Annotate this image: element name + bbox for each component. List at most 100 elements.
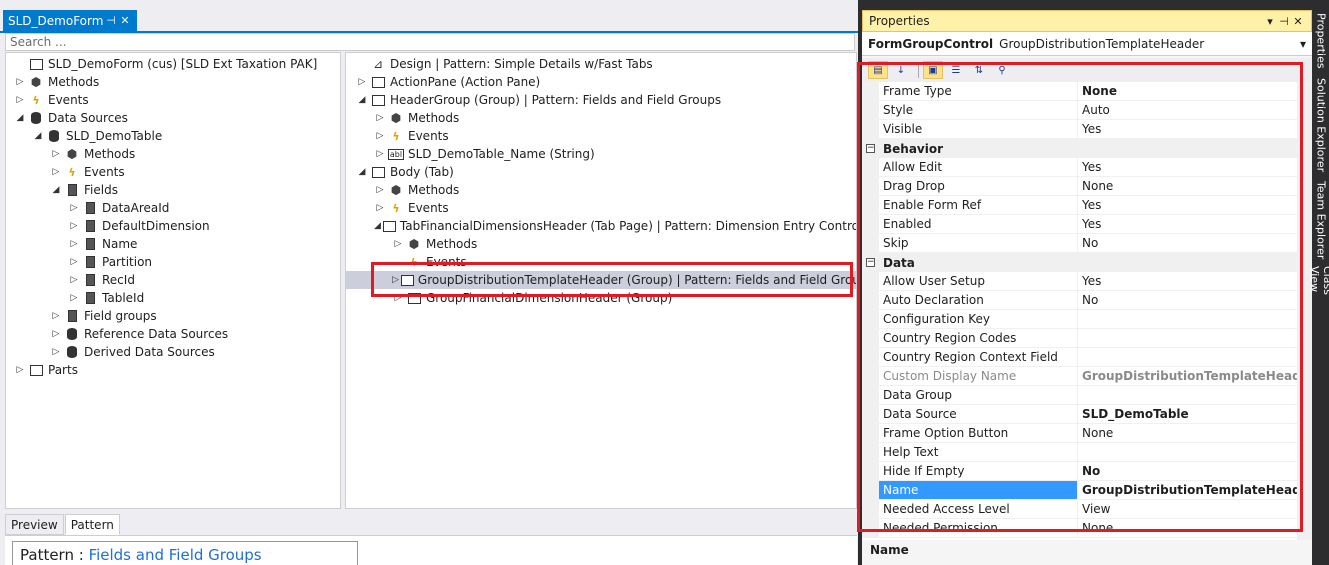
property-value[interactable]: SLD_DemoTable [1078, 405, 1297, 424]
document-tab[interactable]: SLD_DemoForm ⊣ ✕ [3, 10, 137, 31]
collapse-arrow-icon[interactable]: ◢ [356, 95, 368, 105]
close-icon[interactable]: ✕ [118, 14, 132, 27]
property-row[interactable]: Needed Access Level View [862, 500, 1297, 519]
property-value[interactable] [1078, 348, 1297, 367]
tree-node[interactable]: ▷ DefaultDimension [6, 217, 340, 235]
collapse-icon[interactable]: − [866, 144, 875, 153]
property-row[interactable]: Drag Drop None [862, 177, 1297, 196]
tree-node[interactable]: ▷ ⬢ Methods [6, 73, 340, 91]
tree-node[interactable]: ▷ RecId [6, 271, 340, 289]
property-value[interactable]: No [1078, 291, 1297, 310]
properties-icon[interactable]: ▣ [923, 61, 943, 79]
expand-arrow-icon[interactable]: ▷ [356, 77, 368, 87]
property-row[interactable]: Allow User Setup Yes [862, 272, 1297, 291]
property-row[interactable]: Frame Type None [862, 82, 1297, 101]
wrench-icon[interactable]: ⚲ [992, 61, 1012, 79]
property-row[interactable]: Country Region Codes [862, 329, 1297, 348]
property-value[interactable]: None [1078, 82, 1297, 101]
sort-icon[interactable]: ⇅ [969, 61, 989, 79]
tab-pattern[interactable]: Pattern [64, 514, 120, 535]
expand-arrow-icon[interactable]: ▷ [50, 149, 62, 159]
expand-arrow-icon[interactable]: ▷ [374, 113, 386, 123]
tree-node[interactable]: ◢ Data Sources [6, 109, 340, 127]
property-value[interactable]: Yes [1078, 120, 1297, 139]
property-row[interactable]: Data Source SLD_DemoTable [862, 405, 1297, 424]
expand-arrow-icon[interactable]: ▷ [68, 239, 80, 249]
close-icon[interactable]: ✕ [1291, 15, 1305, 28]
property-row[interactable]: Enable Form Ref Yes [862, 196, 1297, 215]
property-value[interactable] [1078, 329, 1297, 348]
property-row[interactable]: Name GroupDistributionTemplateHeader [862, 481, 1297, 500]
tree-node[interactable]: ◢ TabFinancialDimensionsHeader (Tab Page)… [346, 217, 856, 235]
property-value[interactable] [1078, 443, 1297, 462]
expand-arrow-icon[interactable]: ▷ [392, 275, 399, 285]
property-row[interactable]: Hide If Empty No [862, 462, 1297, 481]
expand-arrow-icon[interactable]: ▷ [14, 365, 26, 375]
tree-node[interactable]: ◢ SLD_DemoTable [6, 127, 340, 145]
property-row[interactable]: Frame Option Button None [862, 424, 1297, 443]
property-row[interactable]: Skip No [862, 234, 1297, 253]
property-category[interactable]: − Data [862, 253, 1297, 272]
property-value[interactable]: Yes [1078, 272, 1297, 291]
expand-arrow-icon[interactable]: ▷ [374, 149, 386, 159]
tree-node[interactable]: ▷ ActionPane (Action Pane) [346, 73, 856, 91]
tree-node[interactable]: ▷ ϟ Events [6, 91, 340, 109]
tree-node[interactable]: ◢ HeaderGroup (Group) | Pattern: Fields a… [346, 91, 856, 109]
side-tab-team-explorer[interactable]: Team Explorer [1313, 178, 1329, 262]
expand-arrow-icon[interactable]: ▷ [392, 293, 404, 303]
tree-node[interactable]: ϟ Events [346, 253, 856, 271]
property-row[interactable]: Visible Yes [862, 120, 1297, 139]
property-value[interactable]: Yes [1078, 158, 1297, 177]
expand-arrow-icon[interactable]: ▷ [14, 77, 26, 87]
tree-node[interactable]: ⊿ Design | Pattern: Simple Details w/Fast… [346, 55, 856, 73]
property-value[interactable]: None [1078, 424, 1297, 443]
expand-arrow-icon[interactable]: ▷ [68, 221, 80, 231]
expand-arrow-icon[interactable]: ▷ [374, 185, 386, 195]
property-row[interactable]: Style Auto [862, 101, 1297, 120]
categorized-icon[interactable]: ▤ [868, 61, 888, 79]
property-value[interactable]: Yes [1078, 215, 1297, 234]
tree-node[interactable]: ◢ Body (Tab) [346, 163, 856, 181]
tree-node[interactable]: ▷ GroupFinancialDimensionHeader (Group) [346, 289, 856, 307]
collapse-arrow-icon[interactable]: ◢ [32, 131, 44, 141]
tree-node[interactable]: ▷ Parts [6, 361, 340, 379]
expand-arrow-icon[interactable]: ▷ [50, 311, 62, 321]
property-row[interactable]: Auto Declaration No [862, 291, 1297, 310]
side-tab-class-view[interactable]: Class View [1308, 266, 1329, 322]
expand-arrow-icon[interactable]: ▷ [50, 167, 62, 177]
tree-node[interactable]: ▷ Derived Data Sources [6, 343, 340, 361]
tree-node[interactable]: ▷ ⬢ Methods [6, 145, 340, 163]
property-value[interactable]: Yes [1078, 196, 1297, 215]
pin-icon[interactable]: ⊣ [1277, 15, 1291, 28]
property-value[interactable]: No [1078, 234, 1297, 253]
pin-icon[interactable]: ⊣ [104, 14, 118, 27]
expand-arrow-icon[interactable]: ▷ [68, 203, 80, 213]
tree-node[interactable]: ▷ ϟ Events [346, 127, 856, 145]
property-value[interactable]: GroupDistributionTemplateHeader [1078, 481, 1297, 500]
side-tab-solution-explorer[interactable]: Solution Explorer [1313, 76, 1329, 174]
property-value[interactable]: View [1078, 500, 1297, 519]
property-value[interactable]: None [1078, 519, 1297, 538]
tree-node[interactable]: ▷ ⬢ Methods [346, 109, 856, 127]
property-row[interactable]: Needed Permission None [862, 519, 1297, 538]
expand-arrow-icon[interactable]: ▷ [392, 239, 404, 249]
expand-arrow-icon[interactable]: ▷ [374, 131, 386, 141]
tree-node[interactable]: ▷ GroupDistributionTemplateHeader (Group)… [346, 271, 856, 289]
collapse-icon[interactable]: − [866, 258, 875, 267]
property-row[interactable]: Configuration Key [862, 310, 1297, 329]
property-row[interactable]: Data Group [862, 386, 1297, 405]
expand-arrow-icon[interactable]: ▷ [374, 203, 386, 213]
property-category[interactable]: − Behavior [862, 139, 1297, 158]
expand-arrow-icon[interactable]: ▷ [68, 275, 80, 285]
expand-arrow-icon[interactable]: ▷ [50, 347, 62, 357]
tree-node[interactable]: ◢ Fields [6, 181, 340, 199]
expand-arrow-icon[interactable]: ▷ [68, 293, 80, 303]
pattern-link[interactable]: Fields and Field Groups [89, 546, 262, 564]
tree-node[interactable]: ▷ Name [6, 235, 340, 253]
tree-node[interactable]: ▷ ϟ Events [346, 199, 856, 217]
tree-node[interactable]: ▷ ⬢ Methods [346, 235, 856, 253]
object-selector[interactable]: FormGroupControl GroupDistributionTempla… [862, 32, 1312, 56]
property-value[interactable]: Auto [1078, 101, 1297, 120]
property-row[interactable]: Custom Display Name GroupDistributionTemp… [862, 367, 1297, 386]
property-row[interactable]: Country Region Context Field [862, 348, 1297, 367]
